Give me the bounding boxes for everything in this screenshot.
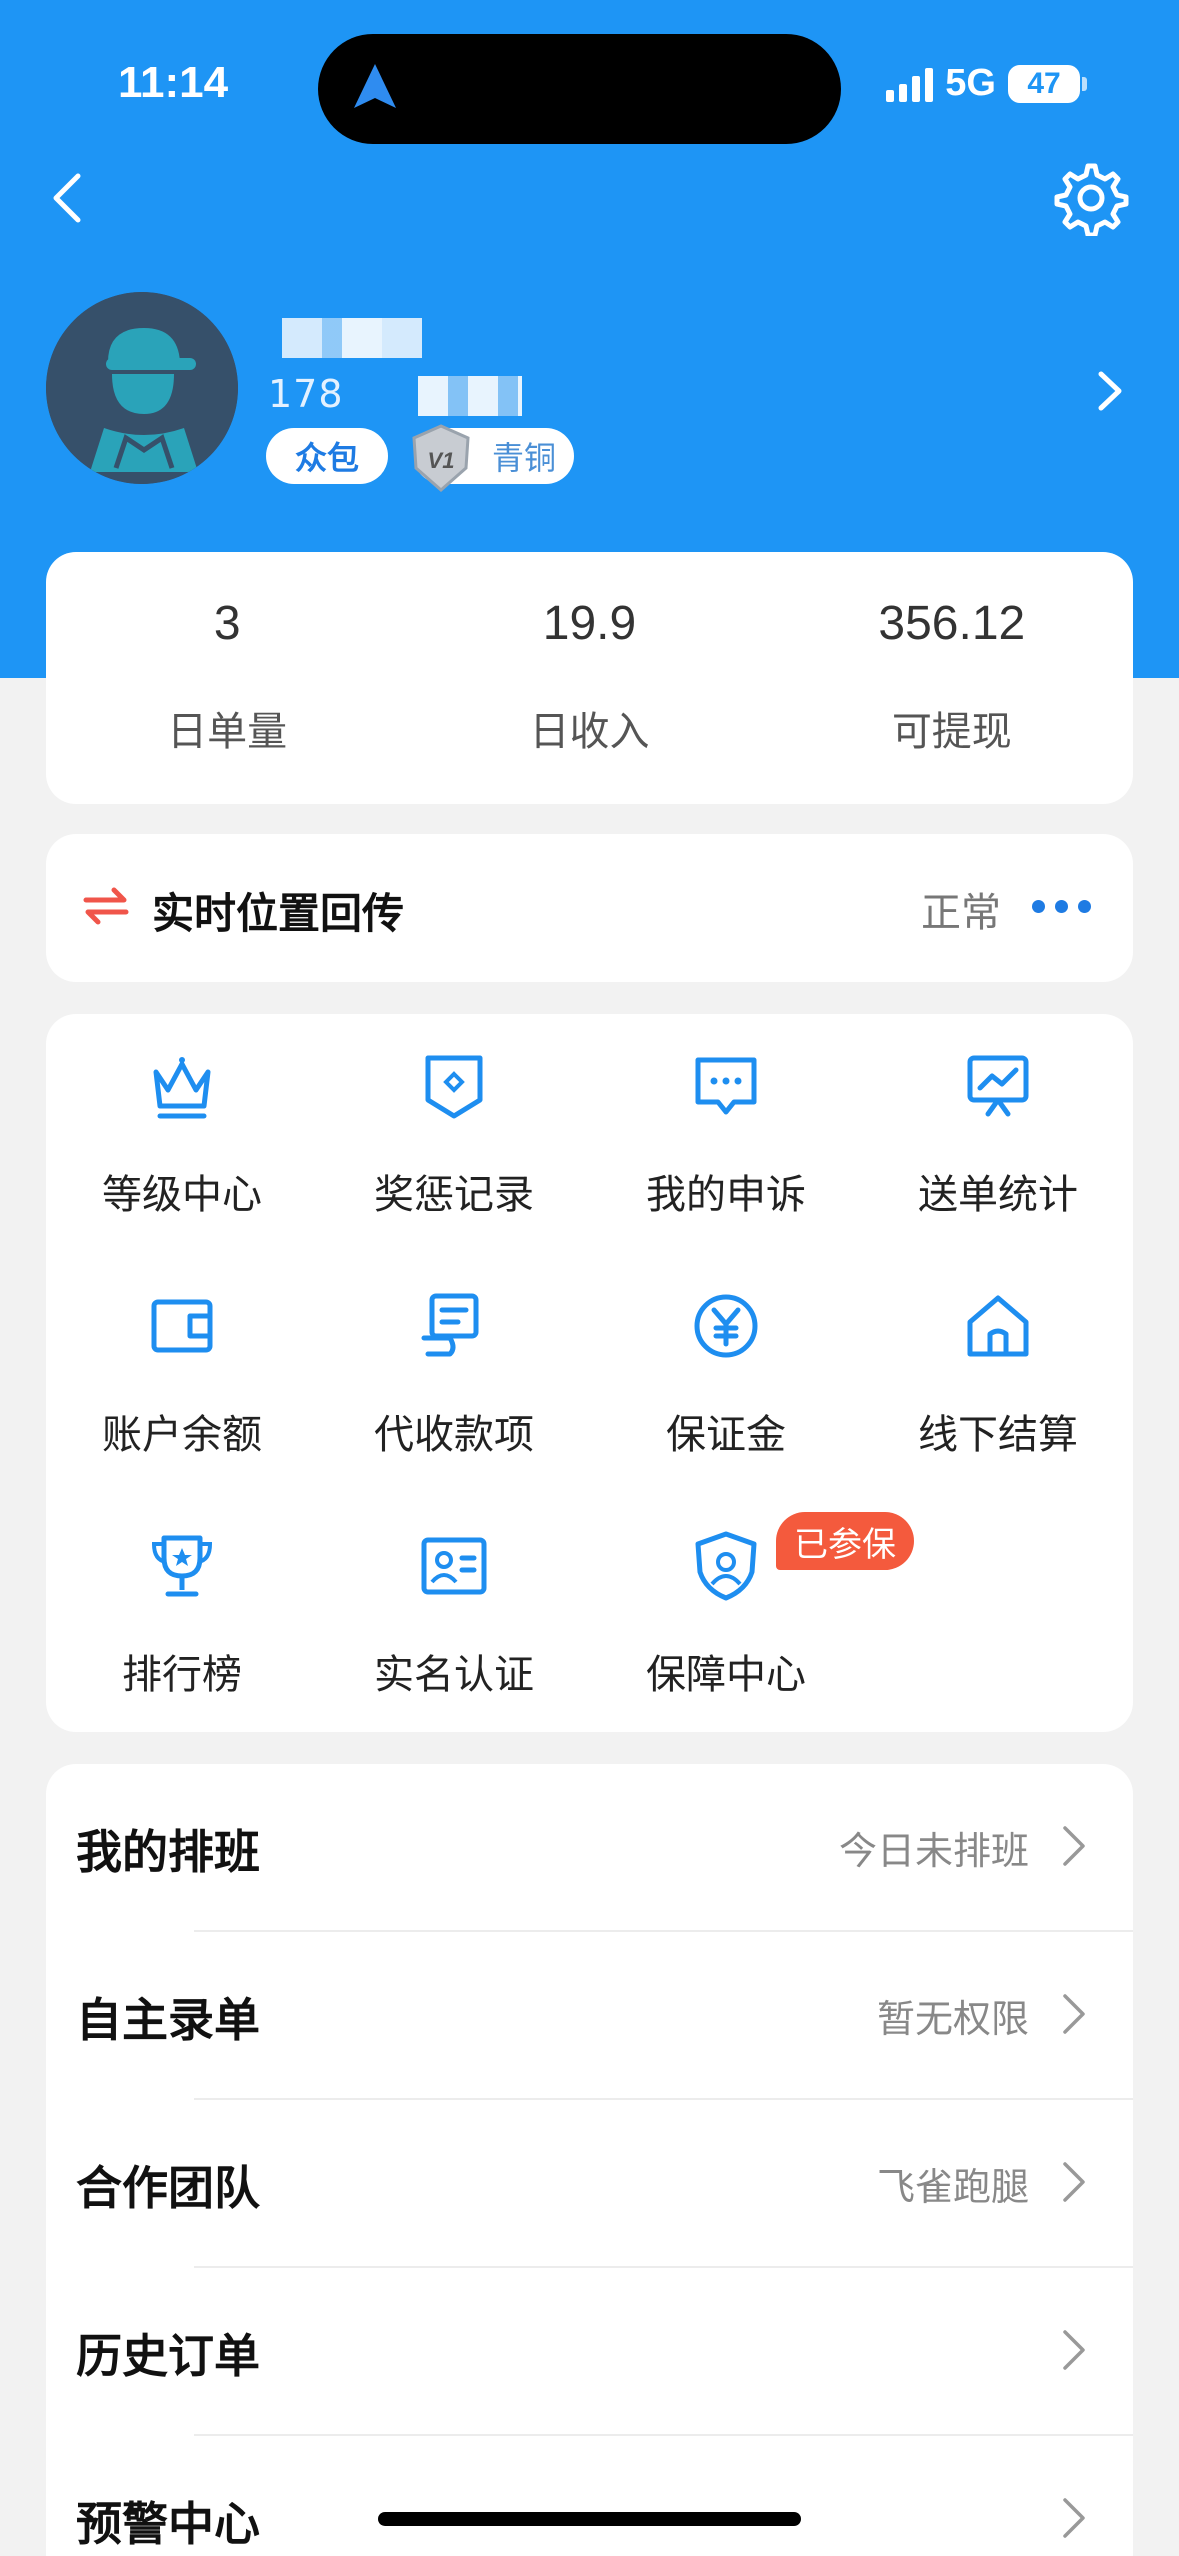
shield-person-icon [695,1531,757,1601]
battery-tip [1082,76,1087,91]
grid-label: 排行榜 [122,1652,242,1698]
menu-list-card: 我的排班 今日未排班 自主录单 暂无权限 合作团队 飞雀跑腿 历史订单 预警中心 [46,1764,1133,2556]
chevron-right-icon [1063,2498,1085,2538]
list-value: 飞雀跑腿 [876,2165,1029,2209]
stat-value: 19.9 [542,597,637,650]
trophy-icon [151,1535,213,1597]
list-title: 历史订单 [76,2329,260,2383]
list-value: 暂无权限 [876,1997,1029,2041]
list-title: 我的排班 [76,1825,260,1879]
grid-label: 我的申诉 [646,1172,806,1218]
grid-label: 账户余额 [102,1412,262,1458]
profile-chevron-icon[interactable] [1089,366,1129,416]
stat-value: 356.12 [878,597,1026,650]
stat-value: 3 [213,597,241,650]
realtime-title: 实时位置回传 [152,889,405,938]
back-chevron-icon[interactable] [40,168,100,228]
stat-label: 日收入 [529,709,650,755]
realtime-location-card[interactable]: 实时位置回传 正常 [46,834,1133,982]
list-value: 今日未排班 [838,1829,1029,1873]
v1-medal-icon: V1 [412,424,470,492]
battery-icon: 47 [1008,64,1080,103]
grid-label: 送单统计 [918,1172,1078,1218]
list-title: 预警中心 [76,2497,260,2551]
list-row-my-schedule[interactable]: 我的排班 今日未排班 [46,1764,1133,1932]
crowd-tag: 众包 [266,428,388,484]
grid-label: 等级中心 [102,1172,262,1218]
status-indicators: 5G 47 [886,62,1087,105]
navigation-arrow-icon [354,64,396,108]
chevron-right-icon [1063,1994,1085,2034]
list-row-partner-team[interactable]: 合作团队 飞雀跑腿 [46,2100,1133,2268]
stat-daily-orders[interactable]: 3 日单量 [46,552,408,804]
user-name-redacted [282,318,422,358]
list-title: 自主录单 [76,1993,260,2047]
list-row-order-history[interactable]: 历史订单 [46,2268,1133,2436]
more-dots-icon[interactable] [1032,900,1091,913]
shield-badge-icon [425,1055,483,1119]
realtime-status: 正常 [921,890,1001,936]
stat-label: 日单量 [167,709,288,755]
chevron-right-icon [1063,1826,1085,1866]
stat-withdrawable[interactable]: 356.12 可提现 [771,552,1133,804]
chart-board-icon [967,1055,1029,1117]
yuan-coin-icon [694,1294,758,1358]
insured-badge: 已参保 [776,1512,914,1570]
v1-medal-text: V1 [428,448,455,473]
level-name: 青铜 [492,439,557,477]
status-time: 11:14 [118,58,229,107]
grid-label: 保障中心 [646,1652,806,1698]
sync-arrows-icon [83,887,129,925]
gear-icon[interactable] [1053,160,1129,236]
receipt-icon [421,1293,479,1357]
user-phone: 178 [268,372,344,416]
avatar[interactable] [46,292,238,484]
list-row-self-entry[interactable]: 自主录单 暂无权限 [46,1932,1133,2100]
signal-icon [886,66,934,102]
network-label: 5G [945,62,996,104]
crown-icon [153,1057,211,1119]
home-indicator[interactable] [378,2512,801,2526]
chevron-right-icon [1063,2162,1085,2202]
dynamic-island [318,34,841,144]
stats-card: 3 日单量 19.9 日收入 356.12 可提现 [46,552,1133,804]
feature-grid-card: 等级中心 奖惩记录 我的申诉 送单统计 账户余额 代收款项 保证金 线下结算 排… [46,1014,1133,1732]
grid-label: 实名认证 [374,1652,534,1698]
wallet-icon [151,1299,213,1353]
stat-label: 可提现 [891,709,1012,755]
stat-daily-income[interactable]: 19.9 日收入 [408,552,770,804]
phone-redacted [418,376,522,416]
list-title: 合作团队 [76,2161,260,2215]
chevron-right-icon [1063,2330,1085,2370]
list-row-warning-center[interactable]: 预警中心 [46,2436,1133,2556]
grid-label: 线下结算 [918,1412,1078,1458]
courier-avatar-icon [46,292,238,484]
house-icon [967,1295,1029,1357]
id-card-icon [421,1537,487,1595]
grid-label: 保证金 [666,1412,786,1458]
grid-label: 奖惩记录 [374,1172,534,1218]
grid-label: 代收款项 [374,1412,534,1458]
chat-bubble-icon [695,1057,757,1115]
